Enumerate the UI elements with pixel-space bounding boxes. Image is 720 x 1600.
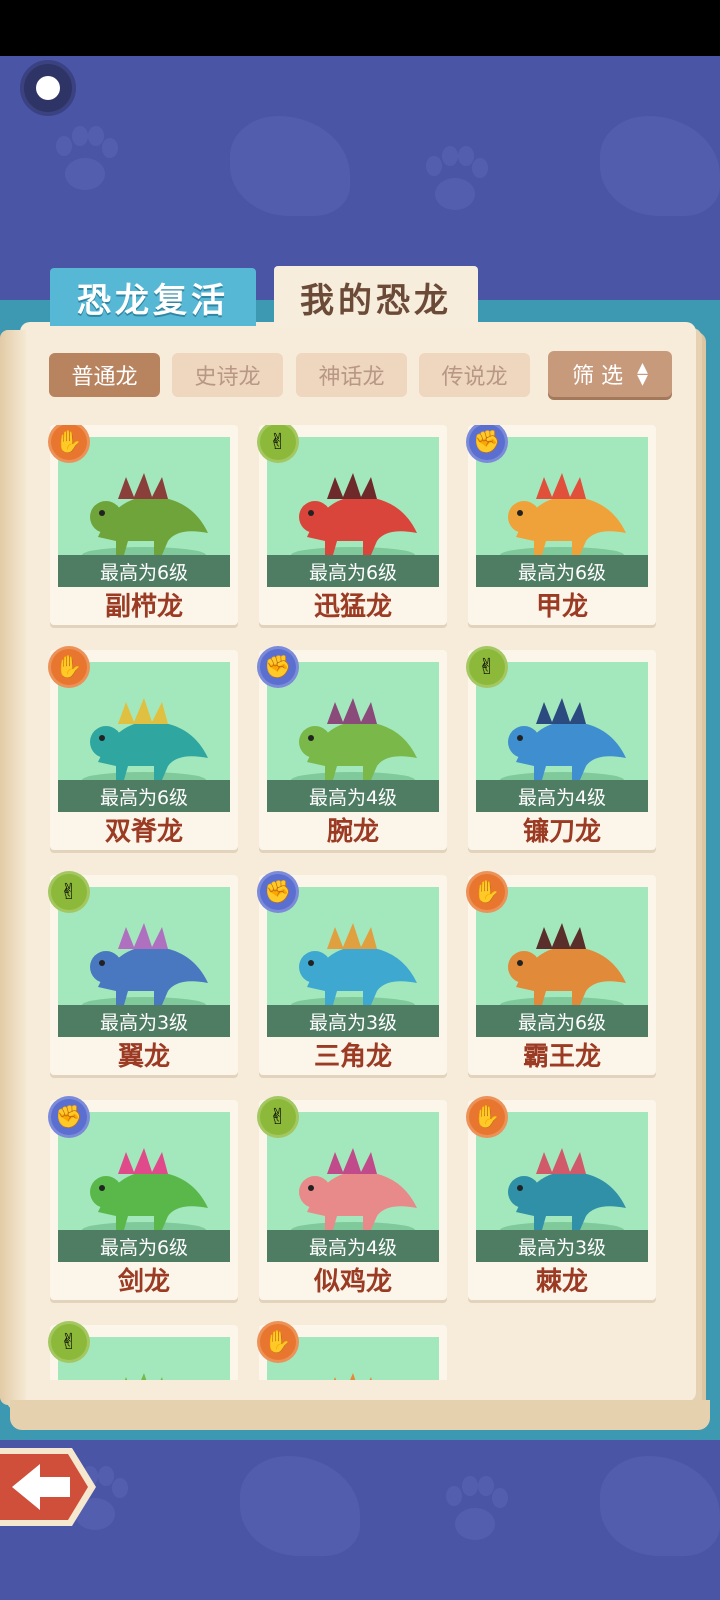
status-bar	[0, 0, 720, 56]
dino-name: 似鸡龙	[313, 1266, 392, 1297]
dino-card[interactable]: ✊ 最高为4级腕龙	[257, 646, 447, 850]
max-level-label: 最高为4级	[476, 780, 648, 812]
dino-card[interactable]: ✋	[257, 1321, 447, 1380]
dino-name: 迅猛龙	[313, 591, 392, 622]
dino-name: 翼龙	[117, 1041, 170, 1072]
dino-name: 副栉龙	[104, 591, 183, 622]
max-level-label: 最高为6级	[476, 1005, 648, 1037]
max-level-label: 最高为6级	[58, 555, 230, 587]
paw-print-icon	[420, 146, 490, 216]
paper-hand-icon: ✋	[466, 1096, 508, 1138]
tab-my-dinos[interactable]: 我的恐龙	[274, 266, 478, 328]
max-level-label: 最高为4级	[267, 1230, 439, 1262]
dino-name: 甲龙	[535, 591, 588, 622]
filter-button[interactable]: 筛 选 ▲ ▼	[548, 351, 672, 397]
dino-silhouette	[600, 116, 720, 216]
dino-card[interactable]: ✌ 最高为6级 迅猛龙	[257, 425, 447, 625]
rock-hand-icon: ✊	[257, 646, 299, 688]
dino-name: 剑龙	[117, 1266, 170, 1297]
dino-card[interactable]: ✋ 最高为3级棘龙	[466, 1096, 656, 1300]
max-level-label: 最高为6级	[267, 555, 439, 587]
max-level-label: 最高为3级	[476, 1230, 648, 1262]
tab-dino-revive[interactable]: 恐龙复活	[50, 268, 256, 326]
dino-card-grid: ✋ 最高为6级 副栉龙 ✌ 最高为6级 迅猛龙 ✊ 最高为6级 甲龙 ✋ 最高为6级 双脊龙 ✊ 最高为4…	[40, 425, 680, 1380]
max-level-label: 最高为4级	[267, 780, 439, 812]
back-button[interactable]	[0, 1444, 100, 1530]
max-level-label: 最高为3级	[267, 1005, 439, 1037]
book-bottom-edge	[10, 1400, 710, 1430]
book-spine	[0, 330, 26, 1405]
max-level-label: 最高为3级	[58, 1005, 230, 1037]
rock-hand-icon: ✊	[48, 1096, 90, 1138]
dino-name: 镰刀龙	[522, 816, 601, 847]
dino-card[interactable]: ✊ 最高为6级剑龙	[48, 1096, 238, 1300]
dino-card[interactable]: ✋ 最高为6级 副栉龙	[48, 425, 238, 625]
paw-print-icon	[50, 126, 120, 196]
scissors-hand-icon: ✌	[48, 871, 90, 913]
dino-card[interactable]: ✌ 最高为4级似鸡龙	[257, 1096, 447, 1300]
dino-name: 棘龙	[535, 1266, 588, 1297]
filter-tab-legendary[interactable]: 传说龙	[419, 353, 530, 397]
dino-name: 三角龙	[313, 1041, 392, 1072]
dino-card[interactable]: ✋ 最高为6级霸王龙	[466, 871, 656, 1075]
filter-button-label: 筛 选	[572, 364, 624, 389]
dino-card[interactable]: ✊ 最高为3级三角龙	[257, 871, 447, 1075]
dino-name: 腕龙	[326, 816, 379, 847]
dino-card[interactable]: ✊ 最高为6级 甲龙	[466, 425, 656, 625]
scissors-hand-icon: ✌	[257, 1096, 299, 1138]
max-level-label: 最高为6级	[476, 555, 648, 587]
max-level-label: 最高为6级	[58, 1230, 230, 1262]
dino-card[interactable]: ✌	[48, 1321, 238, 1380]
scissors-hand-icon: ✌	[48, 1321, 90, 1363]
rock-hand-icon: ✊	[257, 871, 299, 913]
dino-name: 霸王龙	[522, 1041, 601, 1072]
dino-silhouette	[600, 1456, 720, 1556]
paw-print-icon	[440, 1476, 510, 1546]
dino-card[interactable]: ✋ 最高为6级双脊龙	[48, 646, 238, 850]
filter-tab-mythic[interactable]: 神话龙	[296, 353, 407, 397]
dino-silhouette	[230, 116, 350, 216]
paper-hand-icon: ✋	[48, 646, 90, 688]
menu-button[interactable]	[20, 60, 76, 116]
sort-arrows-icon: ▲ ▼	[637, 360, 648, 388]
filter-tab-epic[interactable]: 史诗龙	[172, 353, 283, 397]
paper-hand-icon: ✋	[466, 871, 508, 913]
dino-card[interactable]: ✌ 最高为4级镰刀龙	[466, 646, 656, 850]
paper-hand-icon: ✋	[257, 1321, 299, 1363]
max-level-label: 最高为6级	[58, 780, 230, 812]
dino-silhouette	[240, 1456, 360, 1556]
dino-name: 双脊龙	[104, 816, 183, 847]
filter-tab-common[interactable]: 普通龙	[49, 353, 160, 397]
dino-card[interactable]: ✌ 最高为3级翼龙	[48, 871, 238, 1075]
scissors-hand-icon: ✌	[466, 646, 508, 688]
